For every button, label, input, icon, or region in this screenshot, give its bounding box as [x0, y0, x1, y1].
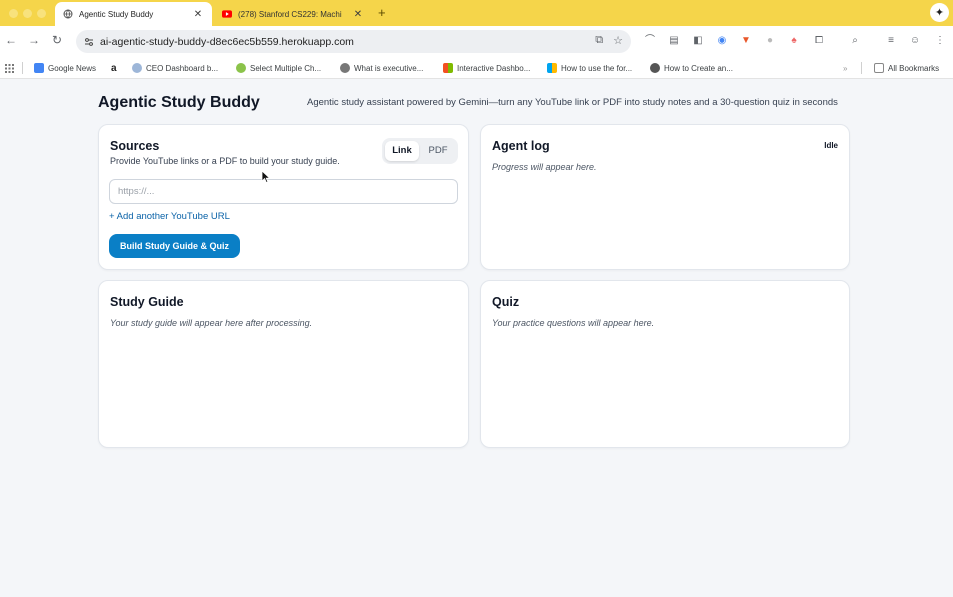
apps-grid-icon[interactable]	[5, 61, 14, 75]
agent-log-title: Agent log	[492, 139, 550, 153]
address-bar[interactable]: ai-agentic-study-buddy-d8ec6ec5b559.hero…	[76, 30, 631, 53]
puzzle-icon[interactable]: ⧠	[813, 35, 825, 47]
translate-icon[interactable]: ⧉	[595, 34, 603, 47]
close-icon[interactable]: ✕	[192, 9, 204, 20]
amazon-icon: a	[111, 62, 117, 74]
agent-log-placeholder: Progress will appear here.	[492, 162, 597, 172]
bookmark-label: CEO Dashboard b...	[146, 63, 219, 73]
source-type-toggle: Link PDF	[382, 138, 458, 164]
bookmark-label: Select Multiple Ch...	[250, 63, 322, 73]
sources-description: Provide YouTube links or a PDF to build …	[110, 156, 340, 166]
divider	[22, 62, 23, 74]
more-bookmarks-icon[interactable]: »	[843, 61, 847, 75]
back-icon[interactable]: ←	[5, 33, 17, 47]
globe-icon	[63, 9, 73, 19]
browser-toolbar: ← → ↻ ai-agentic-study-buddy-d8ec6ec5b55…	[0, 26, 953, 57]
all-bookmarks-label: All Bookmarks	[888, 63, 940, 73]
divider	[861, 62, 862, 74]
youtube-icon	[222, 9, 232, 19]
url-text: ai-agentic-study-buddy-d8ec6ec5b559.hero…	[100, 35, 354, 48]
browser-tab-bar: Agentic Study Buddy ✕ (278) Stanford CS2…	[0, 0, 953, 26]
page-title: Agentic Study Buddy	[98, 94, 260, 111]
bookmark-item[interactable]: CEO Dashboard b...	[132, 61, 218, 75]
extension-icon[interactable]: ◉	[716, 35, 728, 47]
extension-icon[interactable]: ◧	[692, 35, 704, 47]
youtube-url-input[interactable]	[109, 179, 458, 204]
forward-icon[interactable]: →	[28, 33, 40, 47]
bookmark-label: How to Create an...	[664, 63, 733, 73]
folder-icon	[874, 63, 884, 73]
status-badge: Idle	[824, 141, 838, 150]
build-study-guide-button[interactable]: Build Study Guide & Quiz	[109, 234, 240, 258]
bookmark-item[interactable]: Interactive Dashbo...	[443, 61, 530, 75]
page-subtitle: Agentic study assistant powered by Gemin…	[307, 97, 838, 108]
pdf-toggle-option[interactable]: PDF	[421, 141, 455, 161]
bookmark-item[interactable]: How to use the for...	[547, 61, 632, 75]
bookmark-label: Interactive Dashbo...	[457, 63, 531, 73]
site-settings-icon[interactable]	[84, 37, 94, 47]
study-guide-title: Study Guide	[110, 295, 184, 309]
link-toggle-option[interactable]: Link	[385, 141, 419, 161]
sources-title: Sources	[110, 139, 160, 153]
menu-icon[interactable]: ⋮	[934, 35, 946, 47]
globe-icon	[650, 63, 660, 73]
search-tabs-icon[interactable]: ⌕	[849, 35, 861, 47]
close-icon[interactable]: ✕	[352, 9, 364, 20]
all-bookmarks[interactable]: All Bookmarks	[874, 61, 939, 75]
quiz-title: Quiz	[492, 295, 520, 309]
add-youtube-url-link[interactable]: + Add another YouTube URL	[109, 211, 230, 222]
extension-icon[interactable]: ●	[764, 35, 776, 47]
bookmark-item[interactable]: How to Create an...	[650, 61, 733, 75]
quiz-placeholder: Your practice questions will appear here…	[492, 318, 655, 328]
mouse-cursor-icon	[261, 170, 271, 184]
window-maximize-control[interactable]	[37, 9, 46, 18]
star-icon[interactable]: ☆	[613, 34, 623, 47]
sparkle-icon[interactable]: ✦	[930, 3, 949, 22]
leaf-icon	[236, 63, 246, 73]
window-minimize-control[interactable]	[23, 9, 32, 18]
profile-icon[interactable]: ☺	[909, 35, 921, 47]
microsoft-icon	[443, 63, 453, 73]
study-guide-placeholder: Your study guide will appear here after …	[110, 318, 313, 328]
news-icon	[34, 63, 44, 73]
extension-icon[interactable]: ▤	[668, 35, 680, 47]
tab-title: (278) Stanford CS229: Machi	[238, 9, 342, 19]
browser-tab-active[interactable]: Agentic Study Buddy ✕	[55, 2, 212, 26]
bookmark-item[interactable]: Select Multiple Ch...	[236, 61, 321, 75]
metamask-icon[interactable]: ▼	[740, 35, 752, 47]
extension-icon[interactable]: ♠	[788, 35, 800, 47]
bookmark-label: Google News	[48, 63, 97, 73]
bookmark-label: What is executive...	[354, 63, 424, 73]
reading-list-icon[interactable]: ≡	[885, 35, 897, 47]
bookmark-item[interactable]: a	[111, 61, 117, 75]
browser-tab[interactable]: (278) Stanford CS229: Machi ✕	[216, 2, 370, 26]
bookmark-label: How to use the for...	[561, 63, 633, 73]
extension-icon[interactable]: ⌒	[644, 35, 656, 47]
bookmark-item[interactable]: What is executive...	[340, 61, 423, 75]
window-close-control[interactable]	[9, 9, 18, 18]
sources-card: Sources Provide YouTube links or a PDF t…	[98, 124, 469, 270]
study-guide-card: Study Guide Your study guide will appear…	[98, 280, 469, 448]
globe-icon	[340, 63, 350, 73]
dashboard-icon	[132, 63, 142, 73]
tab-title: Agentic Study Buddy	[79, 9, 154, 19]
agent-log-card: Agent log Idle Progress will appear here…	[480, 124, 850, 270]
microsoft-icon	[547, 63, 557, 73]
quiz-card: Quiz Your practice questions will appear…	[480, 280, 850, 448]
bookmark-item[interactable]: Google News	[34, 61, 96, 75]
reload-icon[interactable]: ↻	[52, 33, 62, 47]
bookmarks-bar: Google News a CEO Dashboard b... Select …	[0, 57, 953, 79]
new-tab-icon[interactable]: +	[378, 5, 386, 20]
